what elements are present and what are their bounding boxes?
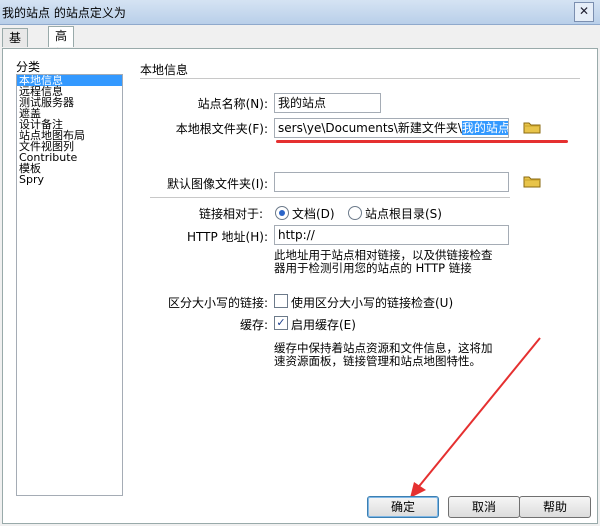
case-sensitive-label: 区分大小写的链接:	[167, 296, 268, 310]
close-icon[interactable]: ✕	[574, 2, 594, 22]
site-name-input[interactable]: 我的站点	[274, 93, 381, 113]
cache-note-line-2: 速资源面板，链接管理和站点地图特性。	[274, 354, 481, 368]
radio-document[interactable]	[275, 206, 289, 220]
section-title: 本地信息	[140, 63, 189, 77]
local-root-input[interactable]: sers\ye\Documents\新建文件夹\我的站点\	[274, 118, 509, 138]
local-root-selected-text: 我的站点\	[461, 121, 508, 135]
tab-basic[interactable]: 基本	[2, 28, 29, 63]
site-name-label: 站点名称(N):	[197, 97, 268, 111]
help-button[interactable]: 帮助	[519, 496, 591, 518]
local-root-label: 本地根文件夹(F):	[175, 122, 268, 136]
http-address-input[interactable]: http://	[274, 225, 509, 245]
category-list[interactable]: 本地信息 远程信息 测试服务器 遮盖 设计备注 站点地图布局 文件视图列 Con…	[16, 74, 123, 496]
ok-button[interactable]: 确定	[367, 496, 439, 518]
title-bar: 我的站点 的站点定义为 ✕	[0, 0, 600, 25]
radio-site-root-label: 站点根目录(S)	[365, 207, 442, 221]
radio-document-label: 文档(D)	[292, 207, 335, 221]
browse-folder-icon[interactable]	[523, 120, 541, 134]
case-sensitive-option: 使用区分大小写的链接检查(U)	[291, 296, 454, 310]
http-note-line-2: 器用于检测引用您的站点的 HTTP 链接	[274, 261, 472, 275]
window-title: 我的站点 的站点定义为	[2, 6, 126, 20]
divider	[150, 197, 510, 198]
http-address-label: HTTP 地址(H):	[187, 230, 268, 244]
links-relative-label: 链接相对于:	[198, 207, 263, 221]
cache-label: 缓存:	[239, 318, 268, 332]
category-label: 分类	[16, 60, 41, 74]
radio-site-root[interactable]	[348, 206, 362, 220]
local-root-value: sers\ye\Documents\新建文件夹\	[278, 121, 462, 135]
category-item-spry[interactable]: Spry	[17, 174, 122, 185]
cache-option: 启用缓存(E)	[291, 318, 356, 332]
cache-checkbox[interactable]: ✓	[274, 316, 288, 330]
cache-note: 缓存中保持着站点资源和文件信息，这将加 速资源面板，链接管理和站点地图特性。	[274, 342, 514, 368]
default-images-input[interactable]	[274, 172, 509, 192]
red-underline-annotation	[276, 140, 568, 143]
cancel-button[interactable]: 取消	[448, 496, 520, 518]
default-images-label: 默认图像文件夹(I):	[167, 177, 268, 191]
case-sensitive-checkbox[interactable]	[274, 294, 288, 308]
tab-advanced[interactable]: 高级	[48, 26, 75, 61]
browse-images-folder-icon[interactable]	[523, 174, 541, 188]
http-address-note: 此地址用于站点相对链接，以及供链接检查 器用于检测引用您的站点的 HTTP 链接	[274, 249, 514, 275]
section-divider	[140, 78, 580, 79]
